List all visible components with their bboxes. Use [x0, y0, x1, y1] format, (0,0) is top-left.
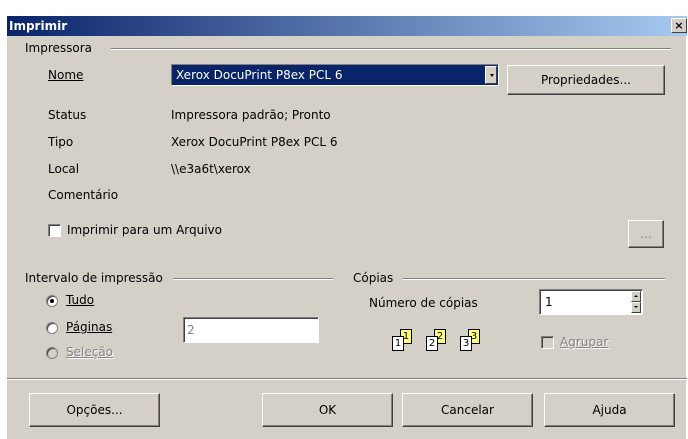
- range-group-title: Intervalo de impressão: [25, 271, 167, 285]
- printer-group-divider: [111, 48, 671, 50]
- ok-button-label: OK: [318, 403, 337, 417]
- copies-count-stepper[interactable]: 1: [539, 289, 643, 315]
- options-button[interactable]: Opções...: [29, 393, 160, 427]
- spin-down-icon[interactable]: [631, 302, 641, 313]
- cancel-button[interactable]: Cancelar: [402, 393, 533, 427]
- help-button[interactable]: Ajuda: [544, 393, 675, 427]
- printer-name-value: Xerox DocuPrint P8ex PCL 6: [176, 68, 343, 82]
- close-icon[interactable]: ×: [671, 18, 687, 33]
- type-value: Xerox DocuPrint P8ex PCL 6: [171, 135, 338, 149]
- printer-name-select[interactable]: Xerox DocuPrint P8ex PCL 6: [171, 64, 499, 86]
- copies-group-title: Cópias: [353, 271, 398, 285]
- browse-button[interactable]: ...: [628, 220, 664, 248]
- collate-checkbox[interactable]: [541, 336, 554, 349]
- location-label: Local: [48, 162, 80, 176]
- ok-button[interactable]: OK: [262, 393, 393, 427]
- status-value: Impressora padrão; Pronto: [171, 108, 331, 122]
- location-value: \\e3a6t\xerox: [171, 162, 251, 176]
- copies-group-divider: [403, 278, 665, 280]
- print-to-file-checkbox[interactable]: [48, 224, 61, 237]
- print-dialog: Imprimir × Impressora Nome Xerox DocuPri…: [6, 15, 687, 439]
- chevron-down-icon[interactable]: [485, 66, 497, 84]
- printer-group-title: Impressora: [25, 41, 97, 55]
- range-pages-label: Páginas: [66, 320, 113, 334]
- browse-button-label: ...: [640, 227, 652, 241]
- cancel-button-label: Cancelar: [441, 403, 494, 417]
- range-all-radio[interactable]: [46, 295, 58, 307]
- collate-page-icon: 1: [392, 336, 404, 351]
- collate-page-icon: 2: [426, 336, 438, 351]
- help-button-label: Ajuda: [592, 403, 627, 417]
- window-title: Imprimir: [9, 19, 68, 33]
- collate-label: Agrupar: [560, 335, 609, 349]
- range-all-label: Tudo: [66, 293, 95, 307]
- title-bar: Imprimir ×: [7, 16, 687, 36]
- range-pages-radio[interactable]: [46, 322, 58, 334]
- copies-count-label: Número de cópias: [369, 296, 478, 310]
- range-selection-label: Seleção: [66, 345, 114, 359]
- type-label: Tipo: [48, 135, 74, 149]
- properties-button-label: Propriedades...: [541, 73, 631, 87]
- pages-input-value: 2: [187, 323, 195, 337]
- comment-label: Comentário: [48, 188, 119, 202]
- status-label: Status: [48, 108, 87, 122]
- copies-count-value: 1: [545, 295, 553, 309]
- collate-page-icon: 3: [460, 336, 472, 351]
- pages-input[interactable]: 2: [183, 317, 319, 343]
- properties-button[interactable]: Propriedades...: [507, 65, 665, 95]
- bottom-divider: [7, 378, 687, 380]
- printer-name-label: Nome: [48, 68, 84, 82]
- print-to-file-label: Imprimir para um Arquivo: [67, 223, 222, 237]
- range-selection-radio[interactable]: [46, 347, 58, 359]
- spin-up-icon[interactable]: [631, 291, 641, 302]
- range-group-divider: [173, 278, 333, 280]
- options-button-label: Opções...: [66, 403, 123, 417]
